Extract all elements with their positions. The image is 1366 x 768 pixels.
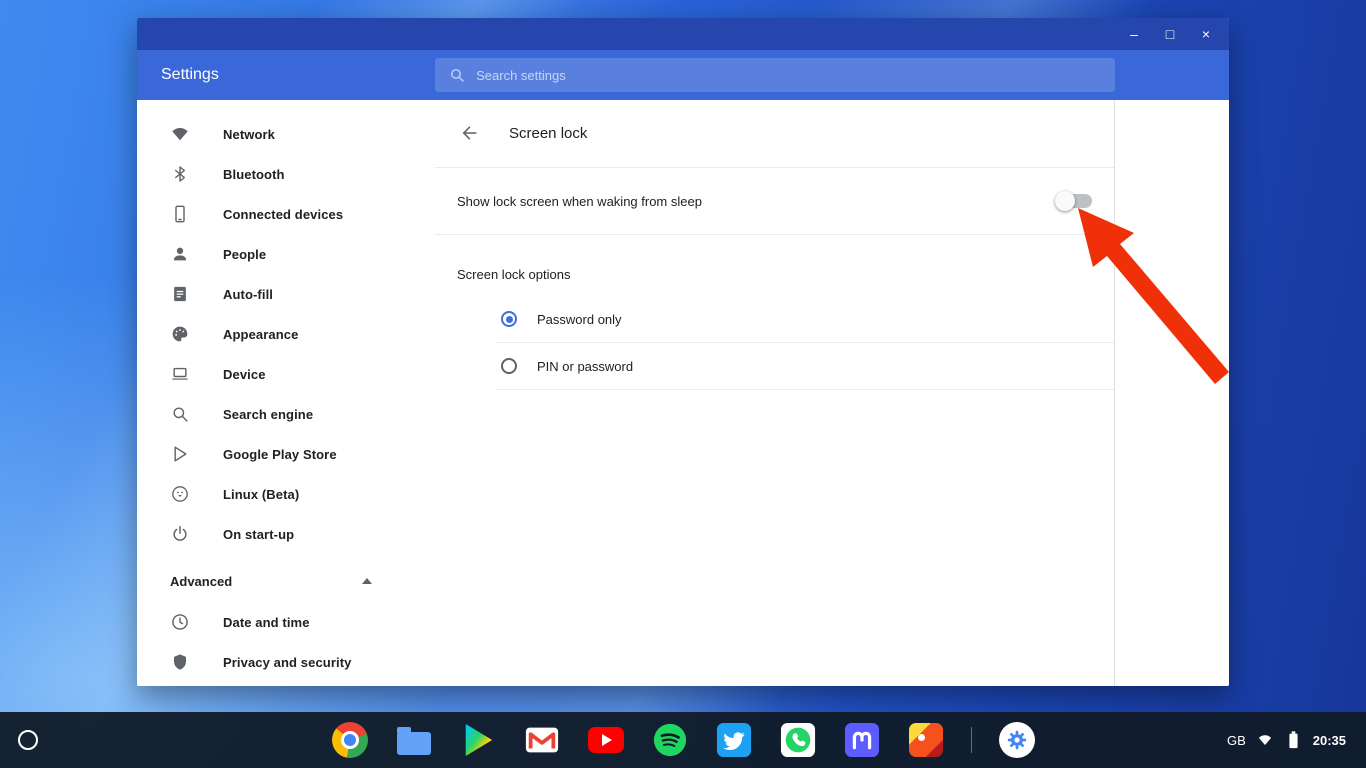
sidebar-item-autofill[interactable]: Auto-fill bbox=[137, 274, 435, 314]
whatsapp-app-icon[interactable] bbox=[779, 721, 817, 759]
close-button[interactable]: × bbox=[1193, 22, 1219, 46]
sidebar-item-connected-devices[interactable]: Connected devices bbox=[137, 194, 435, 234]
toggle-knob bbox=[1055, 191, 1075, 211]
spotify-app-icon[interactable] bbox=[651, 721, 689, 759]
sidebar-item-label: Search engine bbox=[223, 406, 314, 422]
shield-icon bbox=[170, 652, 190, 672]
sidebar-item-label: Device bbox=[223, 366, 266, 382]
play-icon bbox=[170, 444, 190, 464]
radio-unselected-icon bbox=[501, 358, 517, 374]
clock-icon bbox=[170, 612, 190, 632]
sidebar-item-google-play[interactable]: Google Play Store bbox=[137, 434, 435, 474]
maximize-button[interactable]: □ bbox=[1157, 22, 1183, 46]
wifi-status-icon bbox=[1255, 730, 1275, 750]
sidebar-item-linux[interactable]: Linux (Beta) bbox=[137, 474, 435, 514]
sidebar-item-label: Google Play Store bbox=[223, 446, 337, 462]
person-icon bbox=[170, 244, 190, 264]
power-icon bbox=[170, 524, 190, 544]
assignment-icon bbox=[170, 284, 190, 304]
palette-icon bbox=[170, 324, 190, 344]
twitter-app-icon[interactable] bbox=[715, 721, 753, 759]
minimize-button[interactable]: – bbox=[1121, 22, 1147, 46]
google-play-app-icon[interactable] bbox=[459, 721, 497, 759]
radio-option-pin-or-password[interactable]: PIN or password bbox=[435, 343, 1114, 389]
sidebar-item-people[interactable]: People bbox=[137, 234, 435, 274]
launcher-icon bbox=[18, 730, 38, 750]
window-titlebar: – □ × bbox=[137, 18, 1229, 50]
app-title: Settings bbox=[161, 66, 219, 83]
settings-sidebar: Network Bluetooth Connected devices Peop… bbox=[137, 100, 435, 686]
sidebar-item-label: People bbox=[223, 246, 267, 262]
shelf: GB 20:35 bbox=[0, 712, 1366, 768]
clock-time: 20:35 bbox=[1312, 732, 1346, 748]
sidebar-item-label: On start-up bbox=[223, 526, 295, 542]
smartphone-icon bbox=[170, 204, 190, 224]
sidebar-item-label: Bluetooth bbox=[223, 166, 285, 182]
toggle-label: Show lock screen when waking from sleep bbox=[457, 193, 702, 209]
settings-header: Settings bbox=[137, 50, 1229, 100]
page-header: Screen lock bbox=[435, 100, 1114, 168]
magnifier-icon bbox=[170, 404, 190, 424]
chrome-app-icon[interactable] bbox=[331, 721, 369, 759]
sidebar-item-label: Date and time bbox=[223, 614, 310, 630]
sidebar-item-label: Connected devices bbox=[223, 206, 344, 222]
sidebar-item-search-engine[interactable]: Search engine bbox=[137, 394, 435, 434]
sidebar-item-device[interactable]: Device bbox=[137, 354, 435, 394]
window-right-gutter bbox=[1115, 100, 1229, 686]
bluetooth-icon bbox=[170, 164, 190, 184]
sidebar-item-date-time[interactable]: Date and time bbox=[137, 602, 435, 642]
settings-search-bar[interactable] bbox=[435, 58, 1115, 92]
advanced-label: Advanced bbox=[170, 573, 233, 589]
sidebar-item-label: Auto-fill bbox=[223, 286, 273, 302]
battery-status-icon bbox=[1284, 730, 1304, 750]
chevron-up-icon bbox=[362, 578, 373, 584]
radio-option-password-only[interactable]: Password only bbox=[435, 296, 1114, 342]
launcher-button[interactable] bbox=[8, 720, 48, 760]
penguin-icon bbox=[170, 484, 190, 504]
sidebar-item-label: Privacy and security bbox=[223, 654, 352, 670]
radio-label: Password only bbox=[537, 311, 622, 327]
settings-window: – □ × Settings Network bbox=[137, 18, 1229, 686]
settings-app-icon[interactable] bbox=[998, 721, 1036, 759]
shelf-separator bbox=[970, 727, 972, 753]
sidebar-item-network[interactable]: Network bbox=[137, 114, 435, 154]
sidebar-item-privacy-security[interactable]: Privacy and security bbox=[137, 642, 435, 682]
laptop-icon bbox=[170, 364, 190, 384]
mastodon-app-icon[interactable] bbox=[843, 721, 881, 759]
search-input[interactable] bbox=[476, 67, 1103, 83]
desktop-wallpaper: – □ × Settings Network bbox=[0, 0, 1366, 768]
search-icon bbox=[447, 65, 466, 85]
sidebar-item-appearance[interactable]: Appearance bbox=[137, 314, 435, 354]
sidebar-item-label: Linux (Beta) bbox=[223, 486, 300, 502]
shelf-apps bbox=[331, 721, 1036, 759]
page-title: Screen lock bbox=[509, 125, 588, 142]
keyboard-layout-indicator: GB bbox=[1226, 732, 1246, 748]
status-tray[interactable]: GB 20:35 bbox=[1215, 720, 1358, 760]
divider bbox=[495, 389, 1114, 390]
sidebar-advanced-toggle[interactable]: Advanced bbox=[137, 560, 435, 602]
gmail-app-icon[interactable] bbox=[523, 721, 561, 759]
wake-from-sleep-row: Show lock screen when waking from sleep bbox=[435, 168, 1114, 235]
sidebar-item-bluetooth[interactable]: Bluetooth bbox=[137, 154, 435, 194]
youtube-app-icon[interactable] bbox=[587, 721, 625, 759]
files-app-icon[interactable] bbox=[395, 721, 433, 759]
sidebar-item-on-startup[interactable]: On start-up bbox=[137, 514, 435, 554]
wake-lock-toggle[interactable] bbox=[1055, 191, 1092, 211]
radio-label: PIN or password bbox=[537, 358, 634, 374]
back-button[interactable] bbox=[457, 122, 481, 146]
screen-lock-page: Screen lock Show lock screen when waking… bbox=[435, 100, 1115, 686]
wifi-icon bbox=[170, 124, 190, 144]
section-title: Screen lock options bbox=[457, 267, 571, 282]
game-app-icon[interactable] bbox=[907, 721, 945, 759]
sidebar-item-label: Network bbox=[223, 126, 275, 142]
sidebar-item-label: Appearance bbox=[223, 326, 299, 342]
radio-selected-icon bbox=[501, 311, 517, 327]
